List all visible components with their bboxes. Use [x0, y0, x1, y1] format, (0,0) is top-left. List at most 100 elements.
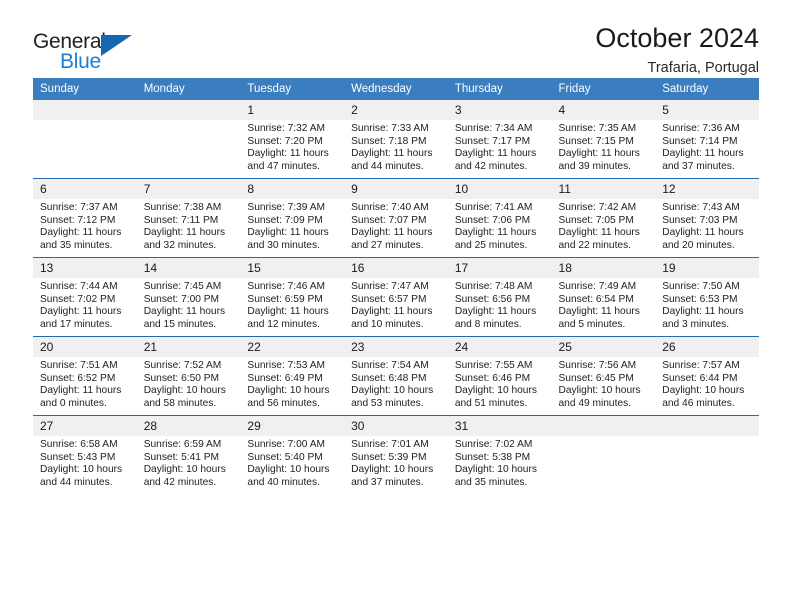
day-sun-info: Sunrise: 7:32 AM Sunset: 7:20 PM Daylight:…: [240, 120, 344, 173]
day-number: [551, 416, 656, 436]
day-number: [655, 416, 759, 436]
calendar-day-cell[interactable]: 7 Sunrise: 7:38 AM Sunset: 7:11 PM Daylight…: [136, 178, 241, 258]
calendar-day-cell[interactable]: 23 Sunrise: 7:54 AM Sunset: 6:48 PM Dayligh…: [344, 336, 448, 416]
calendar-day-cell[interactable]: 3 Sunrise: 7:34 AM Sunset: 7:17 PM Daylight…: [447, 100, 552, 179]
calendar-day-cell[interactable]: 15 Sunrise: 7:46 AM Sunset: 6:59 PM Dayligh…: [240, 257, 345, 337]
calendar-day-cell[interactable]: 13 Sunrise: 7:44 AM Sunset: 7:02 PM Dayligh…: [33, 257, 137, 337]
day-sunset-line: Sunset: 5:39 PM: [351, 451, 427, 463]
day-daylight-line: Daylight: 11 hours: [247, 148, 329, 160]
calendar-day-cell[interactable]: 2 Sunrise: 7:33 AM Sunset: 7:18 PM Daylight…: [344, 100, 448, 179]
day-sun-info: Sunrise: 7:50 AM Sunset: 6:53 PM Daylight:…: [655, 278, 759, 331]
day-sun-info: Sunrise: 7:42 AM Sunset: 7:05 PM Daylight:…: [552, 199, 656, 252]
calendar-page: General Blue October 2024 Trafaria, Port…: [0, 0, 792, 612]
calendar-day-cell[interactable]: 20 Sunrise: 7:51 AM Sunset: 6:52 PM Dayligh…: [33, 336, 137, 416]
day-sunset-line: Sunset: 6:56 PM: [454, 293, 531, 305]
calendar-day-cell[interactable]: 18 Sunrise: 7:49 AM Sunset: 6:54 PM Dayligh…: [551, 257, 656, 337]
calendar-day-cell[interactable]: 17 Sunrise: 7:48 AM Sunset: 6:56 PM Dayligh…: [447, 257, 552, 337]
day-sunrise-line: Sunrise: 7:01 AM: [351, 439, 429, 450]
calendar-day-cell-empty: [655, 415, 759, 494]
day-number: 26: [655, 337, 759, 357]
day-sunrise-line: Sunrise: 7:53 AM: [247, 360, 325, 371]
day-daylight-line: Daylight: 11 hours: [454, 306, 537, 318]
calendar-day-cell[interactable]: 1 Sunrise: 7:32 AM Sunset: 7:20 PM Daylight…: [240, 100, 345, 179]
day-sunset-line: Sunset: 6:57 PM: [351, 293, 427, 305]
day-sunset-line: Sunset: 5:40 PM: [247, 451, 323, 463]
day-daylight-line: Daylight: 10 hours: [558, 385, 641, 397]
day-daylight-line: and 32 minutes.: [143, 239, 217, 251]
day-sunset-line: Sunset: 7:11 PM: [143, 214, 219, 226]
calendar-day-cell[interactable]: 19 Sunrise: 7:50 AM Sunset: 6:53 PM Dayligh…: [655, 257, 759, 337]
day-sunset-line: Sunset: 6:46 PM: [454, 372, 531, 384]
calendar-day-cell[interactable]: 29 Sunrise: 7:00 AM Sunset: 5:40 PM Dayligh…: [240, 415, 345, 494]
day-number: 29: [240, 416, 345, 436]
calendar-day-cell[interactable]: 11 Sunrise: 7:42 AM Sunset: 7:05 PM Dayligh…: [551, 178, 656, 258]
day-sunrise-line: Sunrise: 7:47 AM: [351, 281, 429, 292]
day-daylight-line: and 49 minutes.: [558, 397, 632, 409]
day-sunrise-line: Sunrise: 7:50 AM: [662, 281, 740, 292]
calendar-day-cell[interactable]: 30 Sunrise: 7:01 AM Sunset: 5:39 PM Dayligh…: [344, 415, 448, 494]
calendar-day-cell[interactable]: 8 Sunrise: 7:39 AM Sunset: 7:09 PM Daylight…: [240, 178, 345, 258]
calendar-body: 1 Sunrise: 7:32 AM Sunset: 7:20 PM Daylight…: [33, 100, 759, 494]
day-daylight-line: Daylight: 11 hours: [40, 227, 122, 239]
calendar-day-cell[interactable]: 4 Sunrise: 7:35 AM Sunset: 7:15 PM Daylight…: [551, 100, 656, 179]
day-daylight-line: and 22 minutes.: [558, 239, 632, 251]
day-daylight-line: and 56 minutes.: [247, 397, 320, 409]
day-sunrise-line: Sunrise: 7:54 AM: [351, 360, 429, 371]
calendar-day-cell-empty: [33, 100, 137, 179]
page-header: General Blue October 2024 Trafaria, Port…: [33, 0, 759, 78]
day-daylight-line: and 25 minutes.: [454, 239, 528, 251]
day-number: 14: [136, 258, 241, 278]
day-number: 21: [136, 337, 241, 357]
day-sun-info: Sunrise: 7:33 AM Sunset: 7:18 PM Daylight:…: [344, 120, 448, 173]
calendar-day-cell[interactable]: 16 Sunrise: 7:47 AM Sunset: 6:57 PM Dayligh…: [344, 257, 448, 337]
day-number: 5: [655, 100, 759, 120]
day-daylight-line: Daylight: 11 hours: [40, 306, 122, 318]
day-number: 23: [344, 337, 448, 357]
day-sunset-line: Sunset: 6:50 PM: [143, 372, 220, 384]
day-sunset-line: Sunset: 5:38 PM: [454, 451, 531, 463]
day-daylight-line: and 12 minutes.: [247, 318, 320, 330]
day-number: 24: [447, 337, 552, 357]
logo-text-blue: Blue: [60, 50, 101, 73]
day-sun-info: Sunrise: 7:52 AM Sunset: 6:50 PM Daylight:…: [137, 357, 241, 410]
day-number: 15: [240, 258, 345, 278]
day-sunset-line: Sunset: 7:05 PM: [558, 214, 634, 226]
calendar-day-cell[interactable]: 9 Sunrise: 7:40 AM Sunset: 7:07 PM Daylight…: [344, 178, 448, 258]
day-daylight-line: and 42 minutes.: [454, 160, 528, 172]
day-number: 25: [551, 337, 656, 357]
day-daylight-line: and 15 minutes.: [143, 318, 217, 330]
calendar-day-cell[interactable]: 10 Sunrise: 7:41 AM Sunset: 7:06 PM Dayligh…: [447, 178, 552, 258]
day-daylight-line: Daylight: 10 hours: [351, 464, 434, 476]
day-sun-info: Sunrise: 7:35 AM Sunset: 7:15 PM Daylight:…: [552, 120, 656, 173]
day-sunset-line: Sunset: 7:03 PM: [662, 214, 738, 226]
calendar-day-cell[interactable]: 14 Sunrise: 7:45 AM Sunset: 7:00 PM Dayligh…: [136, 257, 241, 337]
calendar-day-cell[interactable]: 25 Sunrise: 7:56 AM Sunset: 6:45 PM Dayligh…: [551, 336, 656, 416]
day-daylight-line: and 58 minutes.: [143, 397, 217, 409]
calendar-day-cell[interactable]: 5 Sunrise: 7:36 AM Sunset: 7:14 PM Daylight…: [655, 100, 759, 179]
calendar-day-cell[interactable]: 24 Sunrise: 7:55 AM Sunset: 6:46 PM Dayligh…: [447, 336, 552, 416]
calendar-day-cell[interactable]: 21 Sunrise: 7:52 AM Sunset: 6:50 PM Dayligh…: [136, 336, 241, 416]
calendar-day-cell[interactable]: 6 Sunrise: 7:37 AM Sunset: 7:12 PM Daylight…: [33, 178, 137, 258]
calendar-day-cell[interactable]: 22 Sunrise: 7:53 AM Sunset: 6:49 PM Dayligh…: [240, 336, 345, 416]
day-sun-info: Sunrise: 7:37 AM Sunset: 7:12 PM Daylight:…: [33, 199, 137, 252]
day-number: 27: [33, 416, 137, 436]
day-sunset-line: Sunset: 6:54 PM: [558, 293, 634, 305]
day-number: 17: [447, 258, 552, 278]
calendar-day-cell[interactable]: 27 Sunrise: 6:58 AM Sunset: 5:43 PM Dayligh…: [33, 415, 137, 494]
day-daylight-line: and 20 minutes.: [662, 239, 735, 251]
calendar-day-cell[interactable]: 28 Sunrise: 6:59 AM Sunset: 5:41 PM Dayligh…: [136, 415, 241, 494]
day-sunset-line: Sunset: 7:02 PM: [40, 293, 116, 305]
calendar-day-cell[interactable]: 31 Sunrise: 7:02 AM Sunset: 5:38 PM Dayligh…: [447, 415, 552, 494]
day-sun-info: Sunrise: 7:48 AM Sunset: 6:56 PM Daylight:…: [448, 278, 552, 331]
day-daylight-line: Daylight: 11 hours: [40, 385, 122, 397]
calendar-day-cell[interactable]: 26 Sunrise: 7:57 AM Sunset: 6:44 PM Dayligh…: [655, 336, 759, 416]
day-sun-info: Sunrise: 7:36 AM Sunset: 7:14 PM Daylight:…: [655, 120, 759, 173]
day-daylight-line: Daylight: 10 hours: [40, 464, 123, 476]
day-sun-info: Sunrise: 7:01 AM Sunset: 5:39 PM Daylight:…: [344, 436, 448, 489]
calendar-day-cell[interactable]: 12 Sunrise: 7:43 AM Sunset: 7:03 PM Dayligh…: [655, 178, 759, 258]
day-sun-info: Sunrise: 7:40 AM Sunset: 7:07 PM Daylight:…: [344, 199, 448, 252]
day-daylight-line: Daylight: 10 hours: [454, 385, 537, 397]
day-number: [33, 100, 137, 120]
day-sunrise-line: Sunrise: 7:33 AM: [351, 123, 429, 134]
day-sunrise-line: Sunrise: 7:49 AM: [558, 281, 637, 292]
